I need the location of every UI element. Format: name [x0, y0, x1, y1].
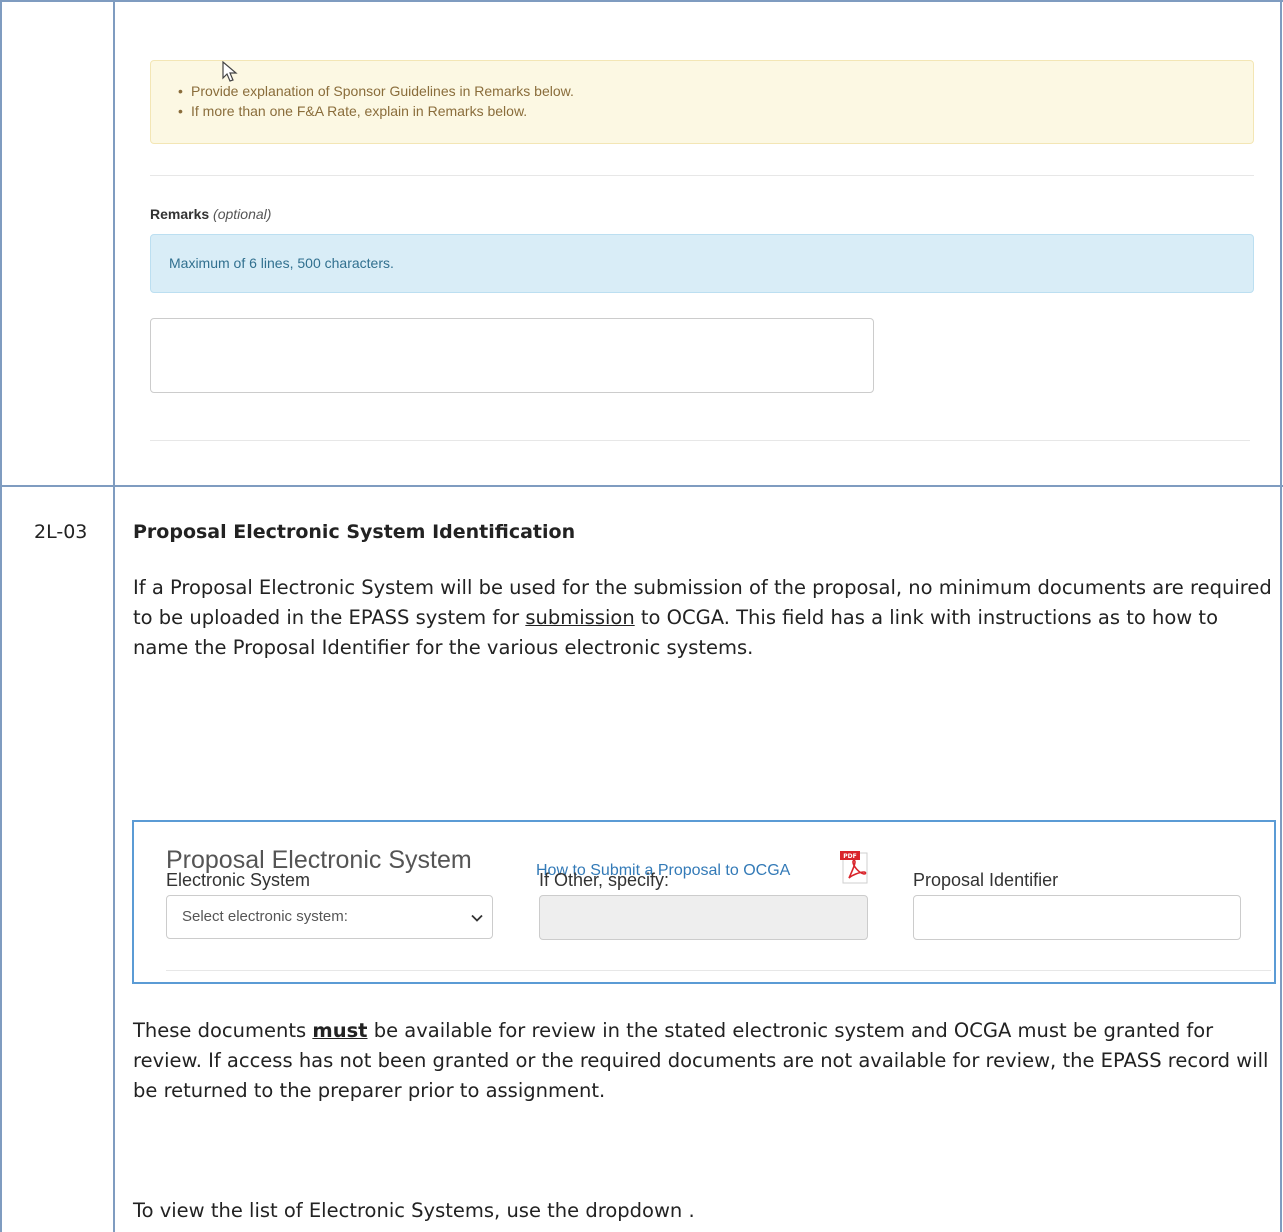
table-border-left [0, 0, 2, 1232]
row-title: Proposal Electronic System Identificatio… [133, 521, 576, 543]
section-divider [150, 440, 1250, 441]
notice-item: If more than one F&A Rate, explain in Re… [178, 101, 574, 121]
table-border-top [0, 0, 1283, 2]
other-specify-label: If Other, specify: [539, 870, 670, 890]
notice-list: Provide explanation of Sponsor Guideline… [178, 81, 574, 121]
remarks-label-text: Remarks [150, 206, 210, 222]
para2-bold: must [312, 1019, 368, 1042]
sponsor-guidelines-notice: Provide explanation of Sponsor Guideline… [150, 60, 1254, 144]
chevron-down-icon [471, 914, 483, 922]
proposal-identifier-label: Proposal Identifier [913, 870, 1059, 890]
mouse-pointer-icon [222, 61, 238, 82]
para1-underlined: submission [525, 606, 635, 629]
electronic-system-select[interactable]: Select electronic system: [166, 895, 493, 939]
table-border-right [1280, 0, 1282, 1232]
notice-item: Provide explanation of Sponsor Guideline… [178, 81, 574, 101]
pdf-file-icon[interactable]: PDF [840, 851, 870, 885]
row-id: 2L-03 [34, 521, 88, 543]
table-border-column [113, 0, 115, 1232]
dropdown-instruction: To view the list of Electronic Systems, … [133, 1199, 695, 1222]
para2-text: These documents [133, 1019, 313, 1042]
requirements-paragraph: These documents must be available for re… [133, 1016, 1278, 1106]
proposal-identifier-input[interactable] [913, 895, 1241, 940]
table-row-divider [0, 485, 1283, 487]
select-value: Select electronic system: [182, 908, 348, 925]
other-specify-input[interactable] [539, 895, 868, 940]
svg-text:PDF: PDF [843, 853, 856, 860]
electronic-system-label: Electronic System [166, 870, 311, 890]
description-paragraph: If a Proposal Electronic System will be … [133, 573, 1278, 663]
remarks-label: Remarks (optional) [150, 206, 271, 222]
section-divider [150, 175, 1254, 176]
panel-divider [166, 970, 1271, 971]
remarks-textarea[interactable] [150, 318, 874, 393]
remarks-optional-text: (optional) [213, 206, 272, 222]
remarks-info-alert: Maximum of 6 lines, 500 characters. [150, 234, 1254, 293]
